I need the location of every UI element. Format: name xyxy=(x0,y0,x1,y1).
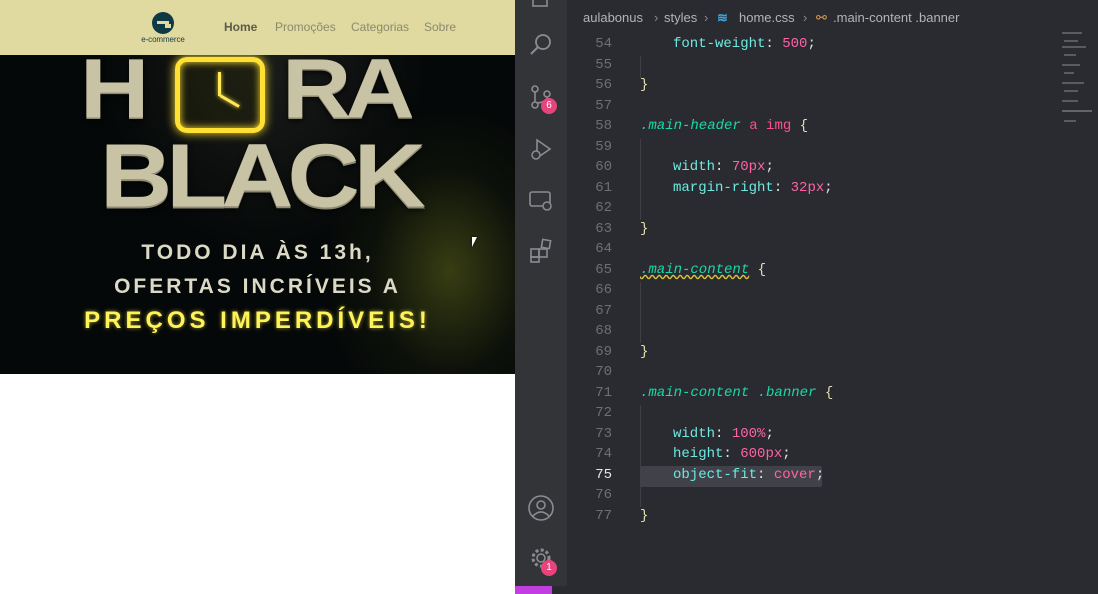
minimap-line xyxy=(1064,54,1076,56)
minimap-line xyxy=(1064,72,1074,74)
chevron-right-icon: › xyxy=(803,10,808,25)
code-line: 63} xyxy=(595,221,649,237)
breadcrumb-file-home-css[interactable]: home.css xyxy=(739,10,795,25)
code-line: 60 width: 70px; xyxy=(595,159,774,175)
minimap-line xyxy=(1062,32,1082,34)
code-line: 70 xyxy=(595,364,612,380)
clock-icon xyxy=(175,57,265,133)
banner-tagline-1: TODO DIA ÀS 13h, xyxy=(141,241,374,264)
extensions-icon[interactable] xyxy=(527,238,555,266)
browser-preview: e-commerce Home Promoções Categorias Sob… xyxy=(0,0,515,594)
banner-word-black: BLACK xyxy=(100,125,426,227)
banner-word-h: H xyxy=(80,55,149,136)
remote-indicator[interactable] xyxy=(515,586,552,594)
code-line: 57 xyxy=(595,98,612,114)
minimap-line xyxy=(1064,40,1078,42)
settings-badge: 1 xyxy=(541,560,557,576)
code-line: 61 margin-right: 32px; xyxy=(595,180,833,196)
nav-home[interactable]: Home xyxy=(224,20,275,36)
breadcrumb-folder-aulabonus[interactable]: aulabonus xyxy=(583,10,643,25)
minimap-line xyxy=(1064,120,1076,122)
source-control-badge: 6 xyxy=(541,98,557,114)
code-line: 65 .main-content { xyxy=(595,262,767,278)
hero-banner: H RA BLACK TODO DIA ÀS 13h, OFERTAS INCR… xyxy=(0,55,515,374)
search-icon[interactable] xyxy=(527,32,555,60)
logo-text: e-commerce xyxy=(141,35,185,44)
code-line: 58 .main-header a img { xyxy=(595,118,809,134)
code-line: 55 xyxy=(595,57,612,73)
code-line: 54 font-weight: 500; xyxy=(595,36,816,52)
status-bar xyxy=(515,586,1098,594)
chevron-right-icon: › xyxy=(654,10,659,25)
nav-categorias[interactable]: Categorias xyxy=(351,20,424,36)
code-line: 67 xyxy=(595,303,612,319)
code-line: 66 xyxy=(595,282,612,298)
minimap-viewport xyxy=(1062,110,1092,112)
minimap[interactable] xyxy=(1060,30,1098,130)
chevron-right-icon: › xyxy=(704,10,709,25)
explorer-icon[interactable] xyxy=(527,0,555,14)
banner-tagline-2: OFERTAS INCRÍVEIS A xyxy=(114,275,401,298)
code-line: 76 xyxy=(595,487,612,503)
code-editor-window: 6 1 aulabonus › styles › ≋ home.css › ⚯ … xyxy=(515,0,1098,594)
breadcrumb-folder-styles[interactable]: styles xyxy=(664,10,697,25)
css-file-icon: ≋ xyxy=(717,10,728,25)
minimap-line xyxy=(1062,82,1084,84)
breadcrumb-symbol[interactable]: .main-content .banner xyxy=(833,10,959,25)
code-line: 64 xyxy=(595,241,612,257)
code-line: 59 xyxy=(595,139,612,155)
code-line: 74 height: 600px; xyxy=(595,446,791,462)
nav-promocoes[interactable]: Promoções xyxy=(275,20,351,36)
activity-bar: 6 1 xyxy=(515,0,567,586)
minimap-line xyxy=(1062,46,1086,48)
account-icon[interactable] xyxy=(527,494,555,522)
code-line: 72 xyxy=(595,405,612,421)
main-nav: Home Promoções Categorias Sobre xyxy=(224,20,456,36)
logo-e-icon xyxy=(152,12,174,34)
nav-sobre[interactable]: Sobre xyxy=(424,20,456,36)
mouse-cursor-icon xyxy=(472,237,477,247)
minimap-line xyxy=(1062,100,1078,102)
minimap-line xyxy=(1064,90,1078,92)
code-line: 73 width: 100%; xyxy=(595,426,774,442)
code-line: 68 xyxy=(595,323,612,339)
banner-word-ra: RA xyxy=(282,55,415,136)
breadcrumb: aulabonus › styles › ≋ home.css › ⚯ .mai… xyxy=(567,7,1098,29)
code-line: 71 .main-content .banner { xyxy=(595,385,834,401)
site-header: e-commerce Home Promoções Categorias Sob… xyxy=(0,0,515,55)
banner-tagline-3: PREÇOS IMPERDÍVEIS! xyxy=(84,307,431,334)
code-editor[interactable]: 54 font-weight: 500; 55 56} 57 58 .main-he… xyxy=(567,36,1057,546)
minimap-line xyxy=(1062,64,1080,66)
code-line: 69} xyxy=(595,344,649,360)
site-logo[interactable]: e-commerce xyxy=(140,12,186,46)
code-line: 77} xyxy=(595,508,649,524)
symbol-class-icon: ⚯ xyxy=(816,10,827,25)
run-debug-icon[interactable] xyxy=(527,136,555,164)
code-line: 56} xyxy=(595,77,649,93)
code-line: 62 xyxy=(595,200,612,216)
remote-explorer-icon[interactable] xyxy=(527,188,555,216)
code-line-current: 75 object-fit: cover; xyxy=(595,467,825,483)
